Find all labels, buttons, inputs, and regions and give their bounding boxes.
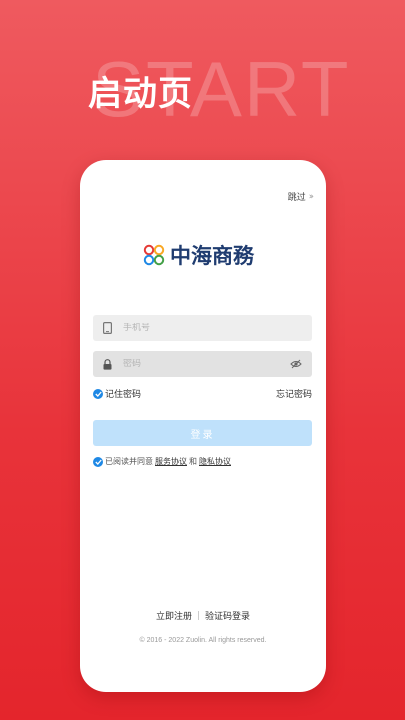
phone-mockup-card: 跳过 ›› 中海商務 手机号 记住密码 忘记密码 登录 已阅读并同意 服务协议 … xyxy=(80,160,326,692)
agreement-and: 和 xyxy=(189,457,197,466)
copyright-text: © 2016 - 2022 Zuolin. All rights reserve… xyxy=(139,637,267,644)
phone-icon xyxy=(102,322,112,334)
skip-chevrons-icon: ›› xyxy=(308,191,314,202)
brand-logo-icon xyxy=(143,244,165,266)
register-link[interactable]: 立即注册 xyxy=(156,609,192,622)
remember-checkbox[interactable]: 记住密码 xyxy=(93,387,141,400)
agreement-row: 已阅读并同意 服务协议 和 隐私协议 xyxy=(93,456,231,467)
login-button[interactable]: 登录 xyxy=(93,420,312,446)
remember-row: 记住密码 忘记密码 xyxy=(93,387,312,400)
phone-input[interactable] xyxy=(123,323,273,333)
agreement-prefix: 已阅读并同意 xyxy=(105,457,153,466)
forgot-password-link[interactable]: 忘记密码 xyxy=(276,387,312,400)
password-field[interactable] xyxy=(93,351,312,377)
agreement-check-icon[interactable] xyxy=(93,456,103,467)
sms-login-link[interactable]: 验证码登录 xyxy=(205,609,250,622)
remember-label: 记住密码 xyxy=(105,390,142,400)
password-input[interactable] xyxy=(123,359,273,369)
page-title: 启动页 xyxy=(88,74,193,114)
skip-label: 跳过 xyxy=(287,193,306,203)
phone-field[interactable] xyxy=(93,315,312,341)
divider xyxy=(198,611,199,620)
check-icon xyxy=(93,388,103,399)
bottom-links: 立即注册 验证码登录 xyxy=(80,609,326,622)
lock-icon xyxy=(102,358,112,370)
service-agreement-link[interactable]: 服务协议 xyxy=(155,456,187,467)
skip-button[interactable]: 跳过 ›› xyxy=(287,190,314,204)
eye-off-icon[interactable] xyxy=(290,359,302,369)
brand-logo: 中海商務 xyxy=(142,240,254,270)
privacy-agreement-link[interactable]: 隐私协议 xyxy=(199,456,231,467)
brand-name: 中海商務 xyxy=(170,243,254,268)
